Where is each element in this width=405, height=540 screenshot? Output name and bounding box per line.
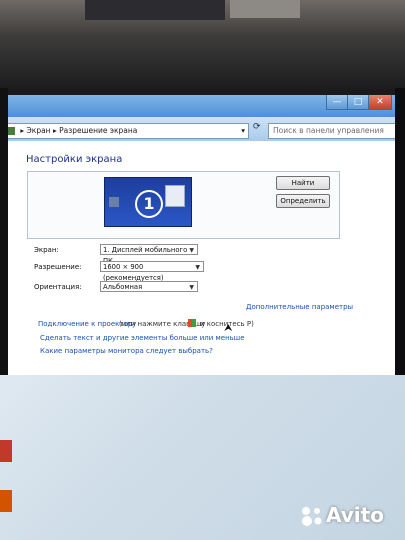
title-bar: — □ ✕	[0, 95, 395, 117]
resolution-label: Разрешение:	[34, 263, 82, 271]
monitor-number: 1	[135, 190, 163, 218]
advanced-settings-link[interactable]: Дополнительные параметры	[246, 303, 353, 311]
text-size-link[interactable]: Сделать текст и другие элементы больше и…	[40, 334, 245, 342]
identify-button[interactable]: Определить	[276, 194, 330, 208]
breadcrumb-separator-icon: ▸	[20, 126, 25, 135]
screen-select[interactable]: 1. Дисплей мобильного ПК ▼	[100, 244, 198, 265]
chevron-down-icon[interactable]: ▾	[241, 124, 245, 138]
desktop-shortcut-icon[interactable]	[0, 440, 12, 462]
address-bar[interactable]: ▸ Экран ▸ Разрешение экрана ▾	[2, 123, 249, 139]
orientation-label: Ориентация:	[34, 283, 82, 291]
main-content: Настройки экрана 1 Найти Определить Экра…	[0, 141, 395, 375]
desktop-shortcut-icon[interactable]	[0, 490, 12, 512]
bezel-left	[0, 88, 8, 378]
orientation-select[interactable]: Альбомная ▼	[100, 281, 198, 292]
monitor-thumb-icon	[109, 197, 119, 207]
windows-key-icon	[188, 319, 196, 327]
search-placeholder: Поиск в панели управления	[273, 126, 384, 135]
maximize-button[interactable]: □	[347, 95, 369, 110]
background-strip-2	[230, 0, 300, 18]
background-strip	[85, 0, 225, 20]
avito-logo-icon	[302, 507, 322, 526]
display-preview: 1 Найти Определить	[27, 171, 340, 239]
resolution-select[interactable]: 1600 × 900 (рекомендуется) ▼	[100, 261, 204, 282]
monitor-icon[interactable]: 1	[104, 177, 192, 227]
chevron-down-icon: ▼	[195, 264, 200, 271]
chevron-down-icon: ▼	[189, 284, 194, 291]
control-panel-window: — □ ✕ ▸ Экран ▸ Разрешение экрана ▾ ⟳ По…	[0, 95, 396, 375]
search-input[interactable]: Поиск в панели управления	[268, 123, 396, 139]
screen-label: Экран:	[34, 246, 59, 254]
resolution-select-value: 1600 × 900 (рекомендуется)	[103, 263, 164, 282]
mouse-cursor-icon: ⮝	[224, 323, 233, 334]
chevron-down-icon: ▼	[189, 247, 194, 254]
breadcrumb-resolution[interactable]: Разрешение экрана	[59, 126, 137, 135]
breadcrumb-screen[interactable]: Экран	[27, 126, 51, 135]
address-toolbar: ▸ Экран ▸ Разрешение экрана ▾ ⟳ Поиск в …	[0, 117, 396, 141]
bezel-right	[395, 88, 405, 378]
window-thumb-icon	[165, 185, 185, 207]
close-button[interactable]: ✕	[368, 95, 392, 110]
find-button[interactable]: Найти	[276, 176, 330, 190]
refresh-icon[interactable]: ⟳	[253, 122, 261, 132]
orientation-select-value: Альбомная	[103, 283, 143, 291]
minimize-button[interactable]: —	[326, 95, 348, 110]
avito-logo-text: Avito	[326, 503, 384, 527]
monitor-params-link[interactable]: Какие параметры монитора следует выбрать…	[40, 347, 213, 355]
page-title: Настройки экрана	[26, 154, 123, 165]
